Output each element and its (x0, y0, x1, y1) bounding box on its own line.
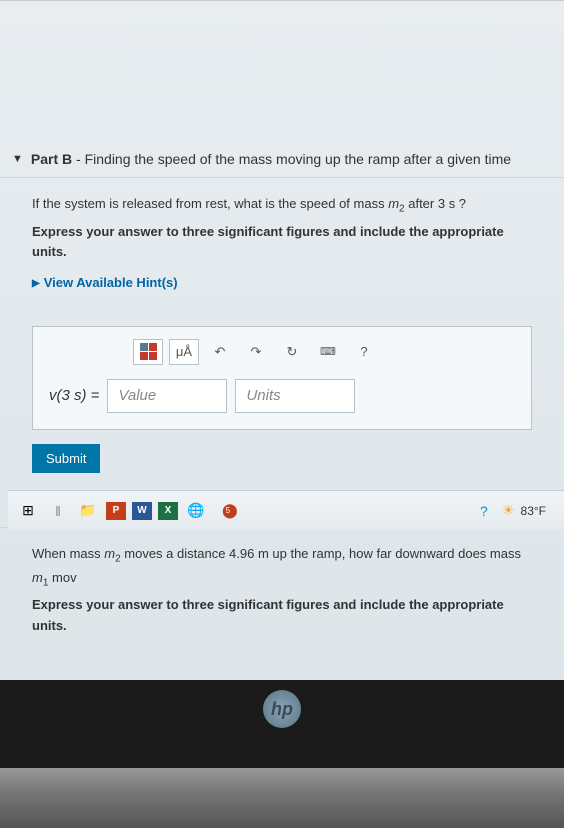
powerpoint-icon[interactable]: P (106, 502, 126, 520)
file-explorer-icon[interactable]: 📁 (76, 499, 100, 523)
view-hints-link[interactable]: ▶ View Available Hint(s) (32, 273, 532, 294)
variable-label: v(3 s) = (49, 387, 99, 404)
submit-button[interactable]: Submit (32, 444, 100, 473)
app-icon[interactable]: ⬤5 (214, 499, 238, 523)
answer-toolbar: μÅ ↶ ↷ ↻ ⌨ ? (133, 339, 515, 365)
part-c-body: When mass m2 moves a distance 4.96 m up … (0, 528, 564, 637)
word-icon[interactable]: W (132, 502, 152, 520)
temperature-label: 83°F (521, 504, 546, 518)
help-button[interactable]: ? (349, 339, 379, 365)
part-b-body: If the system is released from rest, wha… (0, 178, 564, 306)
task-divider-icon: ‖ (46, 499, 70, 523)
template-button[interactable] (133, 339, 163, 365)
template-icon (140, 343, 157, 360)
help-tray-icon[interactable]: ? (472, 499, 496, 523)
hp-logo: hp (263, 690, 301, 728)
chrome-icon[interactable]: 🌐 (184, 499, 208, 523)
units-input[interactable]: Units (235, 379, 355, 413)
collapse-icon: ▼ (12, 153, 23, 165)
undo-button[interactable]: ↶ (205, 339, 235, 365)
units-button[interactable]: μÅ (169, 339, 199, 365)
part-b-header[interactable]: ▼ Part B - Finding the speed of the mass… (0, 141, 564, 178)
reset-button[interactable]: ↻ (277, 339, 307, 365)
taskbar: ⊞ ‖ 📁 P W X 🌐 ⬤5 ? ☀ 83°F (8, 490, 564, 530)
answer-box: μÅ ↶ ↷ ↻ ⌨ ? v(3 s) = Value Units (32, 326, 532, 430)
part-c-instruction: Express your answer to three significant… (32, 595, 532, 637)
part-b-instruction: Express your answer to three significant… (32, 222, 532, 264)
keyboard-button[interactable]: ⌨ (313, 339, 343, 365)
task-view-icon[interactable]: ⊞ (16, 499, 40, 523)
redo-button[interactable]: ↷ (241, 339, 271, 365)
part-b-question: If the system is released from rest, wha… (32, 194, 532, 218)
part-b-title: Part B - Finding the speed of the mass m… (31, 151, 511, 167)
chevron-right-icon: ▶ (32, 276, 40, 292)
laptop-chassis (0, 768, 564, 828)
excel-icon[interactable]: X (158, 502, 178, 520)
sun-icon: ☀ (502, 502, 515, 519)
part-c-question: When mass m2 moves a distance 4.96 m up … (32, 544, 532, 591)
weather-widget[interactable]: ☀ 83°F (502, 502, 546, 519)
value-input[interactable]: Value (107, 379, 227, 413)
